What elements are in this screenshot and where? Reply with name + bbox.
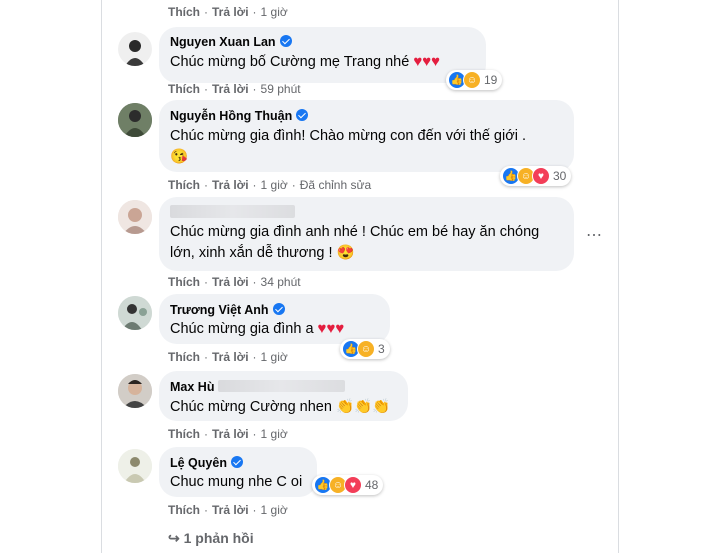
avatar[interactable] [118,32,152,66]
commenter-name[interactable]: Nguyen Xuan Lan [170,35,292,49]
avatar[interactable] [118,449,152,483]
avatar-image [118,200,152,234]
comment-actions: Thích · Trả lời · 1 giờ [168,5,288,19]
comment-text: lớn, xinh xắn dễ thương ! 😍 [170,245,355,261]
reaction-count: 3 [378,342,385,356]
timestamp[interactable]: 1 giờ [261,5,288,19]
comment-text: Chúc mừng gia đình! Chào mừng con đến vớ… [170,128,527,144]
like-link[interactable]: Thích [168,350,200,364]
verified-icon [230,456,243,468]
reply-arrow-icon: ↪ [168,530,180,546]
like-link[interactable]: Thích [168,275,200,289]
reply-link[interactable]: Trả lời [212,5,249,19]
comment-text: Chuc mung nhe C oi [170,474,303,490]
avatar[interactable] [118,103,152,137]
commenter-name[interactable]: Nguyễn Hồng Thuận [170,109,309,123]
like-link[interactable]: Thích [168,178,200,192]
avatar[interactable] [118,296,152,330]
haha-icon: ☺ [463,71,481,89]
verified-icon [272,303,285,315]
replies-count-label: 1 phản hồi [183,530,254,546]
haha-icon: ☺ [357,340,375,358]
redacted-name [218,380,345,392]
heart-emoji: ♥♥♥ [413,53,441,70]
commenter-name[interactable]: Max Hù [170,380,214,394]
comment-text: Chúc mừng bố Cường mẹ Trang nhé ♥♥♥ [170,53,441,70]
love-icon: ♥ [532,167,550,185]
reply-link[interactable]: Trả lời [212,178,249,192]
reply-link[interactable]: Trả lời [212,82,249,96]
comment-text: Chúc mừng gia đình anh nhé ! Chúc em bé … [170,224,540,240]
edited-label: Đã chỉnh sửa [299,178,372,192]
comment-actions: Thích · Trả lời · 34 phút [168,275,301,289]
heart-eyes-emoji: 😍 [336,245,355,261]
like-link[interactable]: Thích [168,503,200,517]
timestamp[interactable]: 1 giờ [261,427,288,441]
comment-actions: Thích · Trả lời · 1 giờ [168,427,288,441]
timestamp[interactable]: 1 giờ [261,178,288,192]
reaction-count: 48 [365,478,379,492]
reaction-summary[interactable]: 👍 ☺ ♥ 48 [312,475,384,495]
avatar-image [118,296,152,330]
verified-icon [279,35,292,47]
love-icon: ♥ [344,476,362,494]
reaction-count: 19 [484,73,498,87]
more-options-icon[interactable]: ⋯ [586,225,602,245]
avatar-image [118,103,152,137]
like-link[interactable]: Thích [168,5,200,19]
clap-emoji: 👏👏👏 [335,399,391,415]
timestamp[interactable]: 1 giờ [261,350,288,364]
verified-icon [296,109,309,121]
reaction-summary[interactable]: 👍 ☺ 19 [446,70,503,90]
commenter-name[interactable]: Lệ Quyên [170,456,243,470]
view-replies-link[interactable]: ↪ 1 phản hồi [168,530,254,547]
reaction-count: 30 [553,169,567,183]
reaction-summary[interactable]: 👍 ☺ 3 [340,339,390,359]
reaction-summary[interactable]: 👍 ☺ ♥ 30 [500,166,572,186]
avatar[interactable] [118,374,152,408]
reply-link[interactable]: Trả lời [212,350,249,364]
comment-actions: Thích · Trả lời · 1 giờ [168,503,288,517]
avatar-image [118,449,152,483]
like-link[interactable]: Thích [168,427,200,441]
timestamp[interactable]: 34 phút [261,275,301,289]
reply-link[interactable]: Trả lời [212,275,249,289]
comment-text: Chúc mừng Cường nhen 👏👏👏 [170,399,391,415]
timestamp[interactable]: 59 phút [261,82,301,96]
comment-actions: Thích · Trả lời · 59 phút [168,82,301,96]
comment-actions: Thích · Trả lời · 1 giờ [168,350,288,364]
timestamp[interactable]: 1 giờ [261,503,288,517]
reply-link[interactable]: Trả lời [212,503,249,517]
reply-link[interactable]: Trả lời [212,427,249,441]
avatar-image [125,40,145,66]
kiss-emoji: 😘 [170,149,189,165]
avatar[interactable] [118,200,152,234]
comment-actions: Thích · Trả lời · 1 giờ · Đã chỉnh sửa [168,178,372,192]
commenter-name[interactable]: Trương Việt Anh [170,303,285,317]
like-link[interactable]: Thích [168,82,200,96]
heart-emoji: ♥♥♥ [317,320,345,337]
comment-text: Chúc mừng gia đình a ♥♥♥ [170,320,345,337]
avatar-image [118,374,152,408]
redacted-name [170,205,295,218]
